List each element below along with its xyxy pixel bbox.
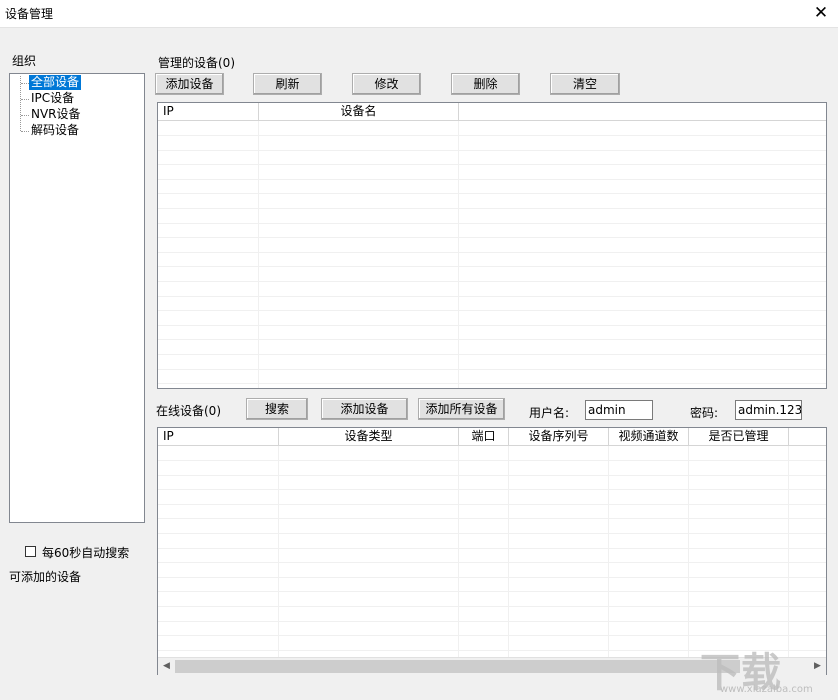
row-gridline xyxy=(158,460,826,461)
row-gridline xyxy=(158,325,826,326)
auto-search-label: 每60秒自动搜索 xyxy=(42,544,129,561)
watermark-url: www.xiazaiba.com xyxy=(720,684,813,695)
column-header-device-type[interactable]: 设备类型 xyxy=(279,428,459,445)
row-gridline xyxy=(158,252,826,253)
column-divider xyxy=(688,446,689,658)
tree-item-decode-devices[interactable]: 解码设备 xyxy=(29,123,81,138)
scroll-right-icon[interactable]: ▶ xyxy=(809,658,826,675)
column-header-ip[interactable]: IP xyxy=(158,428,279,445)
row-gridline xyxy=(158,354,826,355)
tree-connector xyxy=(20,76,21,131)
row-gridline xyxy=(158,164,826,165)
add-online-device-button[interactable]: 添加设备 xyxy=(321,398,408,420)
column-header-empty xyxy=(459,103,826,120)
table-header: IP 设备类型 端口 设备序列号 视频通道数 是否已管理 子 xyxy=(158,428,826,446)
add-device-button[interactable]: 添加设备 xyxy=(155,73,224,95)
row-gridline xyxy=(158,296,826,297)
refresh-button[interactable]: 刷新 xyxy=(253,73,322,95)
column-header-channels[interactable]: 视频通道数 xyxy=(609,428,689,445)
password-input[interactable]: admin.123 xyxy=(735,400,802,420)
row-gridline xyxy=(158,369,826,370)
search-button[interactable]: 搜索 xyxy=(246,398,308,420)
row-gridline xyxy=(158,577,826,578)
window-title: 设备管理 xyxy=(5,5,53,22)
column-divider xyxy=(458,446,459,658)
table-header: IP 设备名 xyxy=(158,103,826,121)
column-divider xyxy=(788,446,789,658)
tree-branch xyxy=(21,115,29,116)
row-gridline xyxy=(158,193,826,194)
auto-search-checkbox[interactable] xyxy=(25,546,36,557)
edit-button[interactable]: 修改 xyxy=(352,73,421,95)
column-header-serial[interactable]: 设备序列号 xyxy=(509,428,609,445)
column-divider xyxy=(258,121,259,389)
row-gridline xyxy=(158,533,826,534)
row-gridline xyxy=(158,339,826,340)
group-tree[interactable]: 全部设备 IPC设备 NVR设备 解码设备 xyxy=(9,73,145,523)
group-label: 组织 xyxy=(12,52,36,69)
tree-branch xyxy=(21,83,29,84)
online-devices-label: 在线设备(0) xyxy=(156,402,221,419)
row-gridline xyxy=(158,621,826,622)
row-gridline xyxy=(158,548,826,549)
username-label: 用户名: xyxy=(529,404,569,421)
addable-devices-label: 可添加的设备 xyxy=(9,568,81,585)
column-header-port[interactable]: 端口 xyxy=(459,428,509,445)
managed-devices-table[interactable]: IP 设备名 xyxy=(157,102,827,389)
row-gridline xyxy=(158,383,826,384)
tree-branch xyxy=(21,99,29,100)
column-header-truncated[interactable]: 子 xyxy=(789,428,827,445)
tree-item-all-devices[interactable]: 全部设备 xyxy=(29,75,81,90)
row-gridline xyxy=(158,135,826,136)
row-gridline xyxy=(158,281,826,282)
username-input[interactable]: admin xyxy=(585,400,653,420)
close-icon[interactable]: ✕ xyxy=(806,1,836,25)
row-gridline xyxy=(158,591,826,592)
row-gridline xyxy=(158,266,826,267)
add-all-devices-button[interactable]: 添加所有设备 xyxy=(418,398,505,420)
column-divider xyxy=(508,446,509,658)
tree-item-nvr-devices[interactable]: NVR设备 xyxy=(29,107,83,122)
column-header-managed[interactable]: 是否已管理 xyxy=(689,428,789,445)
managed-devices-label: 管理的设备(0) xyxy=(158,54,235,71)
row-gridline xyxy=(158,223,826,224)
column-divider xyxy=(458,121,459,389)
tree-branch xyxy=(21,131,29,132)
scroll-left-icon[interactable]: ◀ xyxy=(158,658,175,675)
row-gridline xyxy=(158,489,826,490)
row-gridline xyxy=(158,237,826,238)
tree-item-ipc-devices[interactable]: IPC设备 xyxy=(29,91,76,106)
title-bar xyxy=(0,0,838,27)
row-gridline xyxy=(158,518,826,519)
column-divider xyxy=(278,446,279,658)
row-gridline xyxy=(158,475,826,476)
row-gridline xyxy=(158,635,826,636)
row-gridline xyxy=(158,606,826,607)
online-devices-table[interactable]: IP 设备类型 端口 设备序列号 视频通道数 是否已管理 子 xyxy=(157,427,827,675)
title-divider xyxy=(0,27,838,28)
row-gridline xyxy=(158,562,826,563)
password-label: 密码: xyxy=(690,404,718,421)
delete-button[interactable]: 删除 xyxy=(451,73,520,95)
row-gridline xyxy=(158,179,826,180)
row-gridline xyxy=(158,150,826,151)
column-header-ip[interactable]: IP xyxy=(158,103,259,120)
row-gridline xyxy=(158,310,826,311)
column-divider xyxy=(608,446,609,658)
row-gridline xyxy=(158,208,826,209)
clear-button[interactable]: 清空 xyxy=(550,73,620,95)
row-gridline xyxy=(158,504,826,505)
column-header-device-name[interactable]: 设备名 xyxy=(259,103,459,120)
scroll-thumb[interactable] xyxy=(175,660,740,673)
